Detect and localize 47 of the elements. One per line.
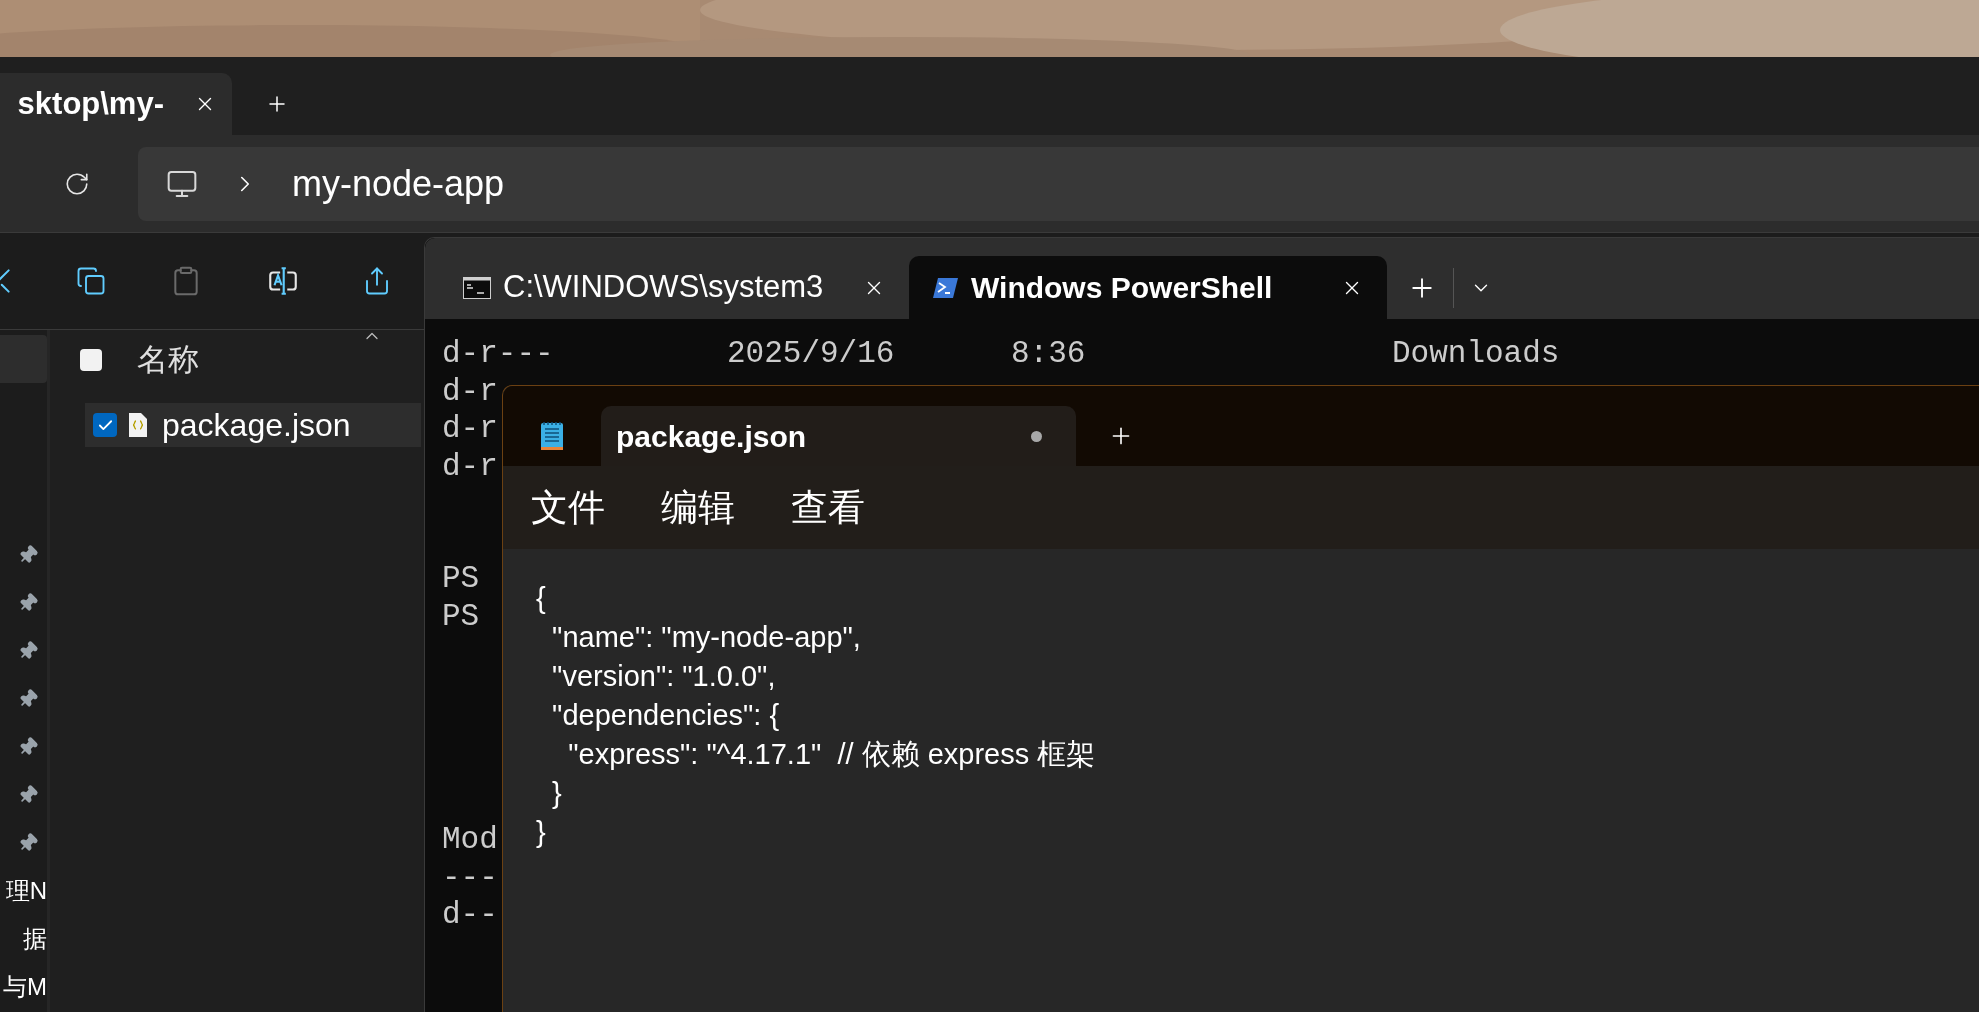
terminal-tab[interactable]: Windows PowerShell: [909, 256, 1387, 319]
file-row[interactable]: package.json: [85, 403, 421, 447]
terminal-text: PS: [442, 598, 480, 634]
terminal-text: d-r: [442, 373, 498, 409]
menu-item[interactable]: 编辑: [661, 479, 735, 536]
code-line: }: [536, 815, 546, 850]
menu-item[interactable]: 查看: [791, 479, 865, 536]
terminal-text: ---: [442, 859, 498, 895]
tab-title: C:\WINDOWS\system3: [503, 268, 825, 307]
terminal-text: d-r: [442, 448, 498, 484]
copy-icon[interactable]: [76, 266, 106, 296]
terminal-text: d-r---: [442, 336, 554, 371]
address-bar[interactable]: my-node-app: [138, 146, 1979, 221]
tab-title: package.json: [616, 418, 808, 455]
column-header[interactable]: 名称: [137, 336, 199, 384]
terminal-text: 2025/9/16: [727, 336, 895, 371]
explorer-tab[interactable]: sktop\my-: [0, 73, 232, 135]
menu-item[interactable]: 文件: [531, 479, 605, 536]
address-segment[interactable]: my-node-app: [292, 156, 505, 211]
tab-title: sktop\my-: [17, 84, 164, 123]
nav-item[interactable]: 据: [23, 915, 47, 963]
command-prompt-icon: [463, 276, 491, 299]
json-file-icon: [128, 412, 148, 438]
terminal-text: Mod: [442, 822, 498, 857]
terminal-text: 8:36: [1011, 336, 1086, 371]
terminal-tab[interactable]: C:\WINDOWS\system3: [439, 256, 909, 319]
terminal-text: Downloads: [1392, 336, 1560, 371]
terminal-text: d--: [442, 897, 498, 932]
rename-icon[interactable]: [266, 264, 300, 298]
tab-title: Windows PowerShell: [971, 270, 1274, 306]
notepad-icon: [540, 421, 564, 451]
terminal-text: PS: [442, 561, 480, 596]
code-line: "version": "1.0.0",: [551, 659, 776, 694]
nav-item[interactable]: 理N: [5, 867, 47, 915]
code-line: {: [536, 581, 546, 616]
terminal-text: d-r: [442, 411, 498, 446]
checkbox[interactable]: [80, 349, 102, 371]
refresh-icon[interactable]: [64, 170, 90, 197]
notepad-tab[interactable]: package.json: [601, 406, 1076, 466]
file-name: package.json: [162, 406, 351, 445]
checkbox[interactable]: [93, 413, 117, 437]
code-line: }: [551, 776, 562, 811]
code-line: "dependencies": {: [551, 698, 780, 733]
code-line: "express": "^4.17.1" // 依赖 express 框架: [567, 737, 1096, 772]
powershell-icon: [933, 276, 959, 299]
nav-item[interactable]: 与M: [3, 963, 47, 1011]
code-line: "name": "my-node-app",: [551, 620, 861, 655]
